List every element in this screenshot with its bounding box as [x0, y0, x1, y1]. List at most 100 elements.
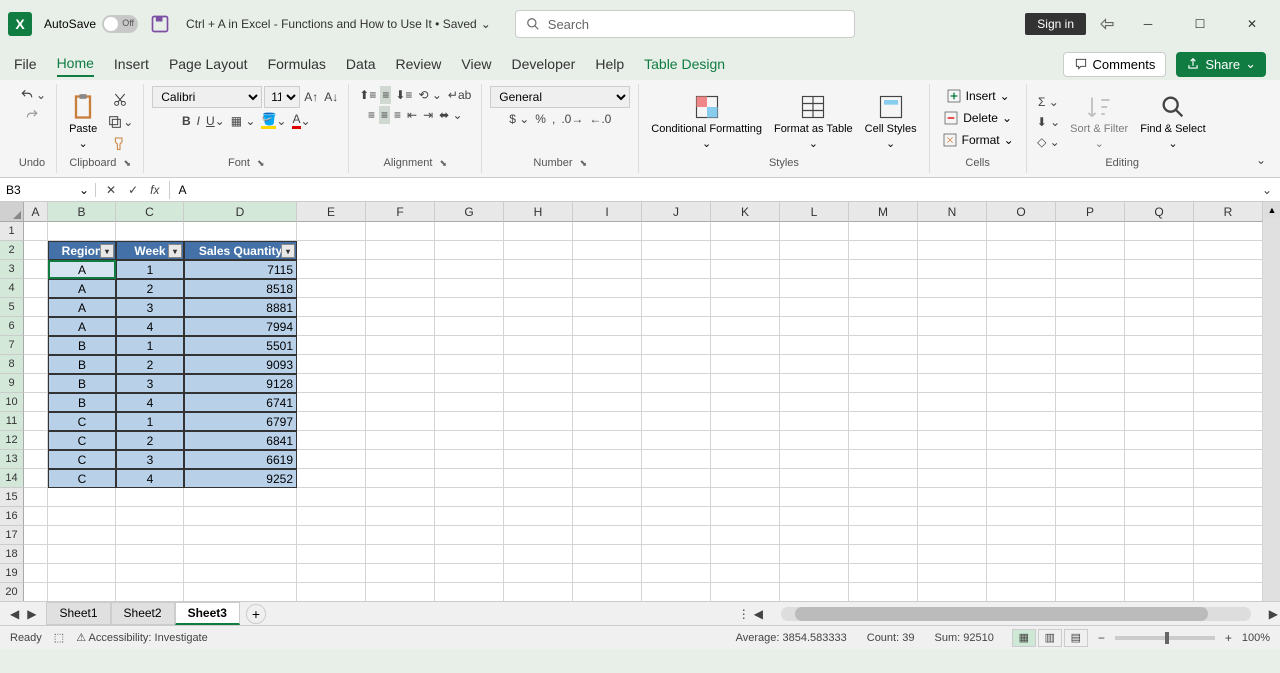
cell-I13[interactable]: [573, 450, 642, 469]
decrease-decimal-button[interactable]: ←.0: [587, 110, 613, 128]
scroll-up-button[interactable]: ▲: [1264, 202, 1280, 218]
cell-J13[interactable]: [642, 450, 711, 469]
cell-L14[interactable]: [780, 469, 849, 488]
cell-F9[interactable]: [366, 374, 435, 393]
cell-Q20[interactable]: [1125, 583, 1194, 601]
cell-P14[interactable]: [1056, 469, 1125, 488]
cell-H8[interactable]: [504, 355, 573, 374]
cell-K17[interactable]: [711, 526, 780, 545]
cell-J11[interactable]: [642, 412, 711, 431]
cell-F18[interactable]: [366, 545, 435, 564]
accessibility-status[interactable]: ⚠ Accessibility: Investigate: [76, 631, 208, 644]
cell-B10[interactable]: B: [48, 393, 116, 412]
close-button[interactable]: ✕: [1232, 10, 1272, 38]
cell-L13[interactable]: [780, 450, 849, 469]
col-header-L[interactable]: L: [780, 202, 849, 222]
cell-B4[interactable]: A: [48, 279, 116, 298]
cell-M18[interactable]: [849, 545, 918, 564]
cell-G19[interactable]: [435, 564, 504, 583]
cell-Q4[interactable]: [1125, 279, 1194, 298]
tab-table-design[interactable]: Table Design: [644, 52, 725, 76]
col-header-J[interactable]: J: [642, 202, 711, 222]
cell-F19[interactable]: [366, 564, 435, 583]
cell-M4[interactable]: [849, 279, 918, 298]
cell-L6[interactable]: [780, 317, 849, 336]
cell-J1[interactable]: [642, 222, 711, 241]
row-header-13[interactable]: 13: [0, 450, 24, 469]
cell-N5[interactable]: [918, 298, 987, 317]
cell-B17[interactable]: [48, 526, 116, 545]
cancel-formula-button[interactable]: ✕: [104, 181, 118, 199]
prev-sheet-button[interactable]: ◀: [8, 605, 21, 623]
col-header-Q[interactable]: Q: [1125, 202, 1194, 222]
cell-M1[interactable]: [849, 222, 918, 241]
cell-F17[interactable]: [366, 526, 435, 545]
cell-O8[interactable]: [987, 355, 1056, 374]
cell-M15[interactable]: [849, 488, 918, 507]
cell-H6[interactable]: [504, 317, 573, 336]
cell-P13[interactable]: [1056, 450, 1125, 469]
cell-F14[interactable]: [366, 469, 435, 488]
cell-F15[interactable]: [366, 488, 435, 507]
cell-L16[interactable]: [780, 507, 849, 526]
col-header-E[interactable]: E: [297, 202, 366, 222]
cell-E6[interactable]: [297, 317, 366, 336]
cell-R18[interactable]: [1194, 545, 1263, 564]
cell-E3[interactable]: [297, 260, 366, 279]
cell-Q3[interactable]: [1125, 260, 1194, 279]
cell-L2[interactable]: [780, 241, 849, 260]
orientation-button[interactable]: ⟲ ⌄: [416, 86, 443, 104]
cell-E14[interactable]: [297, 469, 366, 488]
cell-K9[interactable]: [711, 374, 780, 393]
cell-N19[interactable]: [918, 564, 987, 583]
cell-A18[interactable]: [24, 545, 48, 564]
maximize-button[interactable]: ☐: [1180, 10, 1220, 38]
select-all-button[interactable]: [0, 202, 24, 222]
cell-I3[interactable]: [573, 260, 642, 279]
cell-F5[interactable]: [366, 298, 435, 317]
cell-K16[interactable]: [711, 507, 780, 526]
cell-H1[interactable]: [504, 222, 573, 241]
cell-B2[interactable]: Region▾: [48, 241, 116, 260]
cell-B9[interactable]: B: [48, 374, 116, 393]
cell-O12[interactable]: [987, 431, 1056, 450]
cell-L17[interactable]: [780, 526, 849, 545]
cell-G16[interactable]: [435, 507, 504, 526]
cell-E7[interactable]: [297, 336, 366, 355]
cell-O17[interactable]: [987, 526, 1056, 545]
cell-J17[interactable]: [642, 526, 711, 545]
cell-G7[interactable]: [435, 336, 504, 355]
cell-D5[interactable]: 8881: [184, 298, 297, 317]
cell-H7[interactable]: [504, 336, 573, 355]
cell-H20[interactable]: [504, 583, 573, 601]
cell-M17[interactable]: [849, 526, 918, 545]
cell-M6[interactable]: [849, 317, 918, 336]
cell-K13[interactable]: [711, 450, 780, 469]
cell-C13[interactable]: 3: [116, 450, 184, 469]
cell-M11[interactable]: [849, 412, 918, 431]
fill-button[interactable]: ⬇ ⌄: [1035, 113, 1062, 131]
cell-P20[interactable]: [1056, 583, 1125, 601]
cell-E2[interactable]: [297, 241, 366, 260]
cell-D16[interactable]: [184, 507, 297, 526]
merge-center-button[interactable]: ⬌ ⌄: [437, 106, 464, 124]
tab-formulas[interactable]: Formulas: [268, 52, 326, 76]
cell-C18[interactable]: [116, 545, 184, 564]
sheet-options-button[interactable]: ⋮: [736, 605, 752, 623]
cell-N10[interactable]: [918, 393, 987, 412]
cell-R6[interactable]: [1194, 317, 1263, 336]
cell-O6[interactable]: [987, 317, 1056, 336]
cell-Q15[interactable]: [1125, 488, 1194, 507]
cell-F4[interactable]: [366, 279, 435, 298]
cell-L11[interactable]: [780, 412, 849, 431]
cell-C20[interactable]: [116, 583, 184, 601]
tab-data[interactable]: Data: [346, 52, 376, 76]
cell-I20[interactable]: [573, 583, 642, 601]
cell-I11[interactable]: [573, 412, 642, 431]
cell-N17[interactable]: [918, 526, 987, 545]
cell-N9[interactable]: [918, 374, 987, 393]
cell-C5[interactable]: 3: [116, 298, 184, 317]
cell-E19[interactable]: [297, 564, 366, 583]
cell-F8[interactable]: [366, 355, 435, 374]
cell-H17[interactable]: [504, 526, 573, 545]
